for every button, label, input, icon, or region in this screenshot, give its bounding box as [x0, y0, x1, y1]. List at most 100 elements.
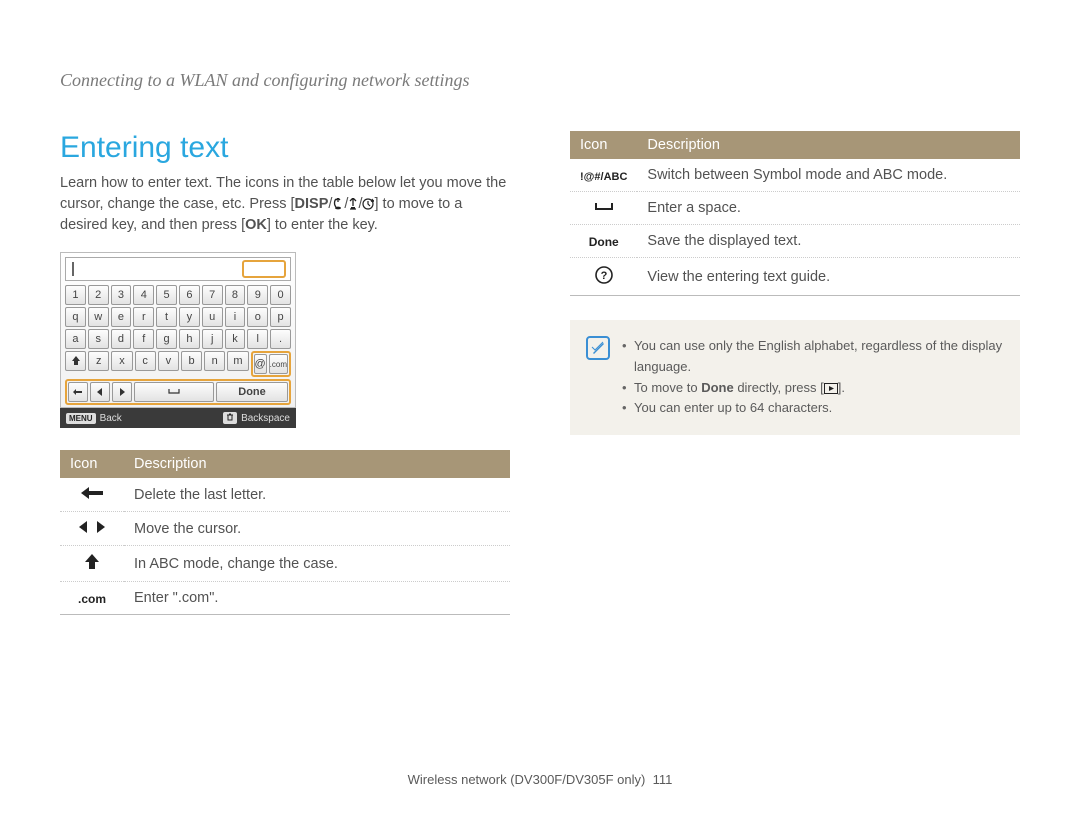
keyboard-key: f: [133, 329, 154, 349]
delete-icon: [60, 478, 124, 512]
keyboard-key: t: [156, 307, 177, 327]
keyboard-text-field: [65, 257, 291, 281]
table-row: !@#/ABC Switch between Symbol mode and A…: [570, 159, 1020, 192]
keyboard-key: y: [179, 307, 200, 327]
keyboard-illustration: 1234567890 qwertyuiop asdfghjkl. zxcvbnm…: [60, 252, 296, 428]
mode-switch-icon: !@#/ABC: [570, 159, 637, 192]
table-cell: View the entering text guide.: [637, 258, 1020, 296]
keyboard-key: 9: [247, 285, 268, 305]
keyboard-key: u: [202, 307, 223, 327]
page-footer: Wireless network (DV300F/DV305F only) 11…: [0, 772, 1080, 787]
table-right-header-icon: Icon: [570, 131, 637, 159]
keyboard-key: m: [227, 351, 248, 371]
cursor-icon: [60, 512, 124, 546]
right-column: Icon Description !@#/ABC Switch between …: [570, 131, 1020, 615]
breadcrumb: Connecting to a WLAN and configuring net…: [60, 70, 1020, 91]
keyboard-key: d: [111, 329, 132, 349]
table-row: Done Save the displayed text.: [570, 225, 1020, 258]
keyboard-key: q: [65, 307, 86, 327]
intro-paragraph: Learn how to enter text. The icons in th…: [60, 173, 510, 236]
keyboard-key: b: [181, 351, 202, 371]
keyboard-done-key: Done: [216, 382, 288, 402]
keyboard-key: c: [135, 351, 156, 371]
keyboard-key: p: [270, 307, 291, 327]
keyboard-key: j: [202, 329, 223, 349]
keyboard-key: v: [158, 351, 179, 371]
keyboard-key: o: [247, 307, 268, 327]
left-column: Entering text Learn how to enter text. T…: [60, 131, 510, 615]
ok-icon: OK: [245, 217, 267, 233]
keyboard-key: k: [225, 329, 246, 349]
keyboard-back-arrow-key: [68, 382, 88, 402]
keyboard-key: 6: [179, 285, 200, 305]
keyboard-key: .: [270, 329, 291, 349]
keyboard-space-key: [134, 382, 214, 402]
table-cell: Delete the last letter.: [124, 478, 510, 512]
disp-icon: DISP///: [295, 196, 375, 212]
shift-icon: [60, 546, 124, 582]
space-icon: [570, 192, 637, 225]
keyboard-key: 5: [156, 285, 177, 305]
menu-badge-icon: MENU: [66, 413, 96, 424]
table-row: In ABC mode, change the case.: [60, 546, 510, 582]
keyboard-key: w: [88, 307, 109, 327]
keyboard-key: g: [156, 329, 177, 349]
keyboard-highlight-at-com: @.com: [251, 351, 292, 377]
keyboard-key: 7: [202, 285, 223, 305]
section-title: Entering text: [60, 131, 510, 165]
trash-badge-icon: [223, 412, 237, 424]
keyboard-highlight-textfield-end: [242, 260, 286, 278]
keyboard-key: r: [133, 307, 154, 327]
table-row: ? View the entering text guide.: [570, 258, 1020, 296]
keyboard-key: s: [88, 329, 109, 349]
svg-text:?: ?: [600, 270, 607, 282]
note-item: You can enter up to 64 characters.: [622, 398, 1004, 419]
keyboard-key: 3: [111, 285, 132, 305]
keyboard-key: 1: [65, 285, 86, 305]
keyboard-shift-key: [65, 351, 86, 371]
table-cell: Enter a space.: [637, 192, 1020, 225]
keyboard-key: 8: [225, 285, 246, 305]
keyboard-footer-backspace: Backspace: [241, 413, 290, 424]
keyboard-key: 2: [88, 285, 109, 305]
table-cell: Switch between Symbol mode and ABC mode.: [637, 159, 1020, 192]
done-icon: Done: [570, 225, 637, 258]
keyboard-key: z: [88, 351, 109, 371]
table-left-header-icon: Icon: [60, 450, 124, 478]
table-row: Delete the last letter.: [60, 478, 510, 512]
playback-icon: [824, 383, 838, 394]
icon-table-left: Icon Description Delete the last letter.…: [60, 450, 510, 615]
keyboard-key: i: [225, 307, 246, 327]
table-row: Move the cursor.: [60, 512, 510, 546]
keyboard-key: n: [204, 351, 225, 371]
table-right-header-desc: Description: [637, 131, 1020, 159]
icon-table-right: Icon Description !@#/ABC Switch between …: [570, 131, 1020, 296]
keyboard-key: e: [111, 307, 132, 327]
note-item: You can use only the English alphabet, r…: [622, 336, 1004, 378]
keyboard-bottom-highlight: Done: [65, 379, 291, 405]
help-icon: ?: [570, 258, 637, 296]
keyboard-key: .com: [269, 354, 288, 374]
keyboard-key: l: [247, 329, 268, 349]
keyboard-footer: MENU Back Backspace: [60, 408, 296, 428]
keyboard-footer-back: Back: [100, 413, 224, 424]
keyboard-key: 4: [133, 285, 154, 305]
table-cell: Move the cursor.: [124, 512, 510, 546]
intro-text-3: ] to enter the key.: [267, 217, 378, 233]
dotcom-icon: .com: [60, 582, 124, 615]
keyboard-cursor-left-key: [90, 382, 110, 402]
note-icon: [586, 336, 610, 360]
table-row: Enter a space.: [570, 192, 1020, 225]
table-cell: Enter ".com".: [124, 582, 510, 615]
table-left-header-desc: Description: [124, 450, 510, 478]
table-row: .com Enter ".com".: [60, 582, 510, 615]
table-cell: In ABC mode, change the case.: [124, 546, 510, 582]
table-cell: Save the displayed text.: [637, 225, 1020, 258]
keyboard-cursor-right-key: [112, 382, 132, 402]
keyboard-key: h: [179, 329, 200, 349]
keyboard-key: x: [111, 351, 132, 371]
keyboard-key: a: [65, 329, 86, 349]
note-item: To move to Done directly, press [].: [622, 378, 1004, 399]
keyboard-key: @: [254, 354, 267, 374]
note-box: You can use only the English alphabet, r…: [570, 320, 1020, 435]
